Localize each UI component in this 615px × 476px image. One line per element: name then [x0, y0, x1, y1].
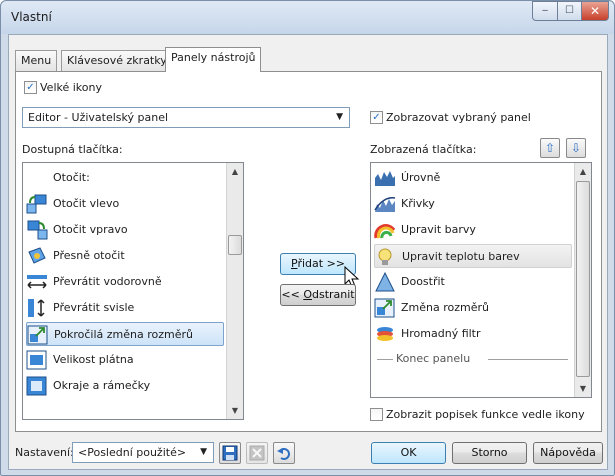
resize-icon [374, 298, 395, 318]
list-item[interactable]: Doostřit [374, 270, 570, 294]
window-title: Vlastní [11, 10, 52, 24]
tab-keyboard-shortcuts[interactable]: Klávesové zkratky [61, 50, 173, 71]
list-item[interactable]: Otočit vlevo [26, 192, 222, 216]
list-item[interactable]: Otočit vpravo [26, 218, 222, 242]
scroll-down-icon[interactable]: ▼ [227, 402, 243, 419]
advanced-resize-icon [27, 325, 48, 345]
panel-select-value: Editor - Uživatelský panel [28, 111, 169, 124]
remove-button[interactable]: << Odstranit [280, 284, 356, 306]
undo-icon [277, 448, 290, 460]
show-function-labels-checkbox[interactable] [370, 408, 383, 421]
list-item[interactable]: Převrátit svisle [26, 296, 222, 320]
available-buttons-list[interactable]: Otočit: Otočit vlevo Otočit vpravo Přesn… [22, 162, 244, 420]
rotate-right-icon [27, 220, 48, 240]
settings-label: Nastavení: [15, 446, 74, 459]
rotate-left-icon [26, 194, 47, 214]
panel-select[interactable]: Editor - Uživatelský panel ▼ [22, 107, 350, 128]
list-item[interactable]: Změna rozměrů [374, 296, 570, 320]
save-settings-button[interactable] [219, 442, 241, 464]
arrow-up-icon: ⇧ [544, 141, 556, 155]
help-button[interactable]: Nápověda [533, 442, 603, 464]
large-icons-checkbox[interactable]: ✓ [24, 81, 37, 94]
cancel-button[interactable]: Storno [452, 442, 527, 464]
close-button[interactable]: ✕ [581, 1, 609, 21]
adjust-colors-icon [374, 224, 396, 239]
arrow-down-icon: ⇩ [570, 141, 582, 155]
delete-icon [249, 445, 265, 461]
list-item[interactable]: Upravit barvy [374, 218, 570, 242]
reset-settings-button[interactable] [273, 442, 295, 464]
flip-horizontal-icon [27, 275, 47, 289]
maximize-button[interactable]: ☐ [557, 1, 582, 21]
end-of-panel-label: Konec panelu [396, 352, 471, 365]
levels-icon [375, 171, 395, 186]
scroll-thumb[interactable] [228, 235, 242, 255]
delete-settings-button[interactable] [246, 442, 268, 464]
list-item[interactable]: Přesně otočit [26, 244, 222, 268]
toolbars-tab-panel: ✓ Velké ikony Editor - Uživatelský panel… [15, 71, 602, 432]
move-down-button[interactable]: ⇩ [566, 138, 586, 158]
end-separator-right [488, 359, 568, 360]
title-bar[interactable]: Vlastní ‒ ☐ ✕ [1, 1, 614, 34]
available-list-scrollbar[interactable]: ▲ ▼ [226, 163, 243, 419]
scroll-up-icon[interactable]: ▲ [227, 163, 243, 180]
large-icons-label: Velké ikony [40, 81, 102, 94]
scroll-up-icon[interactable]: ▲ [575, 163, 591, 180]
list-item[interactable]: Křivky [374, 192, 570, 216]
show-selected-panel-label: Zobrazovat vybraný panel [386, 111, 531, 124]
rotate-precise-icon [28, 247, 46, 264]
chevron-down-icon: ▼ [200, 447, 207, 457]
move-up-button[interactable]: ⇧ [540, 138, 560, 158]
list-item[interactable]: Okraje a rámečky [26, 374, 222, 398]
list-item[interactable]: Hromadný filtr [374, 322, 570, 346]
sharpen-icon [375, 272, 395, 292]
show-selected-panel-checkbox[interactable]: ✓ [370, 111, 383, 124]
scroll-thumb[interactable] [576, 181, 590, 377]
scroll-down-icon[interactable]: ▼ [575, 380, 591, 397]
color-temperature-icon [378, 248, 392, 265]
displayed-buttons-label: Zobrazená tlačítka: [370, 143, 477, 156]
save-icon [222, 445, 238, 461]
list-item[interactable]: Převrátit vodorovně [26, 270, 222, 294]
end-separator-left [377, 359, 393, 360]
list-item-selected[interactable]: Pokročilá změna rozměrů [26, 322, 224, 346]
flip-vertical-icon [28, 299, 45, 317]
chevron-down-icon: ▼ [336, 112, 343, 122]
displayed-list-scrollbar[interactable]: ▲ ▼ [574, 163, 591, 397]
list-item-hover[interactable]: Upravit teplotu barev [374, 244, 572, 268]
settings-select-value: <Poslední použité> [78, 446, 187, 459]
curves-icon [374, 197, 396, 212]
dialog-window: Vlastní ‒ ☐ ✕ Menu Klávesové zkratky Pan… [0, 0, 615, 476]
available-buttons-label: Dostupná tlačítka: [22, 143, 123, 156]
batch-filter-icon [377, 327, 393, 341]
tab-toolbars[interactable]: Panely nástrojů [165, 47, 262, 72]
dialog-client-area: Menu Klávesové zkratky Panely nástrojů ✓… [8, 34, 608, 470]
canvas-size-icon [26, 350, 47, 370]
show-function-labels-label: Zobrazit popisek funkce vedle ikony [386, 408, 585, 421]
ok-button[interactable]: OK [371, 442, 446, 464]
tab-menu[interactable]: Menu [15, 50, 58, 71]
borders-frames-icon [26, 376, 47, 396]
list-item[interactable]: Úrovně [374, 166, 570, 190]
minimize-button[interactable]: ‒ [532, 1, 558, 21]
list-item[interactable]: Otočit: [26, 166, 222, 190]
displayed-buttons-list[interactable]: Úrovně Křivky Upravit barvy Upravit tepl… [370, 162, 592, 398]
settings-select[interactable]: <Poslední použité> ▼ [72, 442, 214, 463]
list-item[interactable]: Velikost plátna [26, 348, 222, 372]
